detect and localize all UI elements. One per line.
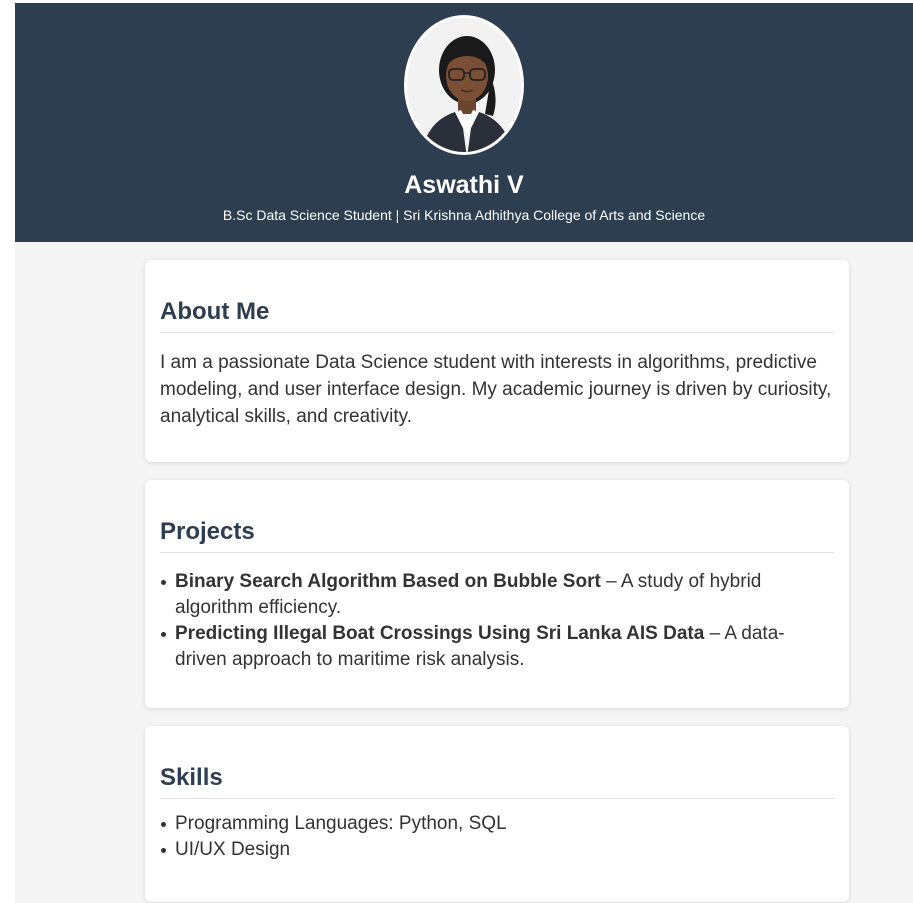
about-section: About Me I am a passionate Data Science … bbox=[145, 260, 849, 462]
project-name: Predicting Illegal Boat Crossings Using … bbox=[175, 623, 705, 644]
projects-list: Binary Search Algorithm Based on Bubble … bbox=[160, 569, 834, 673]
projects-section: Projects Binary Search Algorithm Based o… bbox=[145, 480, 849, 708]
about-text: I am a passionate Data Science student w… bbox=[160, 352, 832, 427]
skills-list: Programming Languages: Python, SQL UI/UX… bbox=[160, 811, 834, 863]
project-item: Binary Search Algorithm Based on Bubble … bbox=[160, 569, 834, 621]
skills-section: Skills Programming Languages: Python, SQ… bbox=[145, 726, 849, 902]
profile-photo bbox=[404, 15, 524, 155]
skill-item: UI/UX Design bbox=[160, 837, 834, 863]
skills-title: Skills bbox=[160, 764, 834, 799]
profile-subtitle: B.Sc Data Science Student | Sri Krishna … bbox=[222, 207, 706, 223]
projects-title: Projects bbox=[160, 518, 834, 553]
project-name: Binary Search Algorithm Based on Bubble … bbox=[175, 571, 601, 592]
skill-item: Programming Languages: Python, SQL bbox=[160, 811, 834, 837]
resume-page: Aswathi V B.Sc Data Science Student | Sr… bbox=[15, 3, 913, 903]
profile-photo-illustration bbox=[407, 18, 521, 152]
about-title: About Me bbox=[160, 298, 834, 333]
profile-header: Aswathi V B.Sc Data Science Student | Sr… bbox=[15, 3, 913, 242]
profile-name: Aswathi V bbox=[404, 171, 524, 199]
project-item: Predicting Illegal Boat Crossings Using … bbox=[160, 621, 834, 673]
